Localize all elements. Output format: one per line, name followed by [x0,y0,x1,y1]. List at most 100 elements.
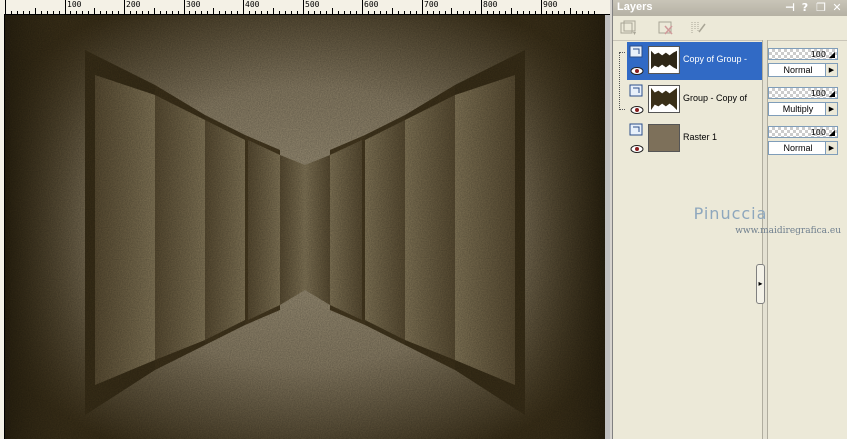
layers-palette[interactable]: Layers ⊣ ? ❐ ✕ ▾ Copy of Group - Group -… [612,0,847,439]
ruler-minor-tick [582,11,583,14]
ruler-minor-tick [59,11,60,14]
eye-icon[interactable] [629,103,645,117]
ruler-minor-tick [136,11,137,14]
ruler-minor-tick [463,11,464,14]
ruler-minor-tick [570,8,571,14]
opacity-value: 100 [810,128,826,137]
slider-arrow-icon[interactable]: ◢ [829,128,835,137]
palette-title-bar[interactable]: Layers ⊣ ? ❐ ✕ [613,0,847,16]
ruler-minor-tick [160,11,161,14]
ruler-minor-tick [225,11,226,14]
ruler-minor-tick [267,11,268,14]
image-canvas[interactable] [5,15,605,439]
ruler-minor-tick [100,11,101,14]
watermark-name: Pinuccia [693,204,768,223]
ruler-label: 100 [67,0,82,9]
ruler-minor-tick [410,11,411,14]
ruler-minor-tick [154,8,155,14]
ruler-minor-tick [130,11,131,14]
group-connector [619,52,625,110]
collapse-panel-icon[interactable]: ▸ [756,264,765,304]
ruler-minor-tick [529,11,530,14]
ruler-minor-tick [320,11,321,14]
ruler-minor-tick [231,11,232,14]
ruler-major-tick [5,0,6,14]
ruler-minor-tick [535,11,536,14]
dropdown-arrow-icon[interactable]: ▶ [825,103,837,115]
ruler-minor-tick [273,8,274,14]
new-layer-icon[interactable]: ▾ [619,20,637,36]
ruler-minor-tick [285,11,286,14]
ruler-label: 200 [126,0,141,9]
ruler-major-tick [184,0,185,14]
ruler-minor-tick [594,11,595,14]
ruler-minor-tick [404,11,405,14]
layer-properties-row: 100 ◢ Normal ▶ [767,46,844,80]
close-icon[interactable]: ✕ [831,1,843,14]
ruler-major-tick [65,0,66,14]
watermark-url: www.maidiregrafica.eu [735,226,841,236]
ruler-minor-tick [178,11,179,14]
ruler-minor-tick [261,11,262,14]
opacity-slider[interactable]: 100 ◢ [768,87,838,99]
ruler-minor-tick [356,11,357,14]
dropdown-arrow-icon[interactable]: ▶ [825,64,837,76]
ruler-minor-tick [517,11,518,14]
help-icon[interactable]: ? [799,1,811,14]
ruler-minor-tick [314,11,315,14]
blend-mode-dropdown[interactable]: Normal ▶ [768,141,838,155]
ruler-minor-tick [29,11,30,14]
delete-layer-icon[interactable] [657,20,675,36]
ruler-minor-tick [469,11,470,14]
blend-mode-value: Normal [783,143,813,153]
blend-mode-dropdown[interactable]: Normal ▶ [768,63,838,77]
layer-row-copy-of-group[interactable]: Copy of Group - [627,42,767,80]
image-canvas-area[interactable]: 100 200 300 400 500 600 700 800 900 [0,0,610,439]
ruler-label: 500 [305,0,320,9]
ruler-major-tick [541,0,542,14]
ruler-minor-tick [558,11,559,14]
ruler-minor-tick [546,11,547,14]
blend-mode-dropdown[interactable]: Multiply ▶ [768,102,838,116]
layer-type-icon [629,84,643,97]
ruler-minor-tick [308,11,309,14]
noise-texture [5,15,605,439]
opacity-value: 100 [810,50,826,59]
watermark: Pinuccia www.maidiregrafica.eu [613,204,847,236]
ruler-minor-tick [380,11,381,14]
ruler-minor-tick [445,11,446,14]
slider-arrow-icon[interactable]: ◢ [829,50,835,59]
dropdown-arrow-icon[interactable]: ▶ [825,142,837,154]
ruler-minor-tick [588,11,589,14]
ruler-minor-tick [338,11,339,14]
ruler-minor-tick [398,11,399,14]
restore-icon[interactable]: ❐ [815,1,827,14]
ruler-minor-tick [576,11,577,14]
slider-arrow-icon[interactable]: ◢ [829,89,835,98]
eye-icon[interactable] [629,142,645,156]
palette-toolbar: ▾ [613,16,847,41]
opacity-slider[interactable]: 100 ◢ [768,48,838,60]
ruler-minor-tick [118,11,119,14]
ruler-minor-tick [350,11,351,14]
layer-list: Copy of Group - Group - Copy of Raster 1 [627,42,767,439]
ruler-minor-tick [291,11,292,14]
horizontal-ruler: 100 200 300 400 500 600 700 800 900 [0,0,610,15]
pin-icon[interactable]: ⊣ [784,1,796,14]
eye-icon[interactable] [629,64,645,78]
ruler-label: 900 [543,0,558,9]
ruler-minor-tick [106,11,107,14]
ruler-major-tick [303,0,304,14]
ruler-minor-tick [166,11,167,14]
ruler-minor-tick [505,11,506,14]
ruler-label: 700 [424,0,439,9]
ruler-minor-tick [207,11,208,14]
layer-row-raster-1[interactable]: Raster 1 [627,120,767,158]
ruler-minor-tick [172,11,173,14]
layer-properties-icon[interactable] [689,20,707,36]
layer-name: Group - Copy of [683,93,748,103]
layer-thumbnail [648,85,680,113]
opacity-slider[interactable]: 100 ◢ [768,126,838,138]
layer-row-group-copy-of[interactable]: Group - Copy of [627,81,767,119]
ruler-minor-tick [427,11,428,14]
